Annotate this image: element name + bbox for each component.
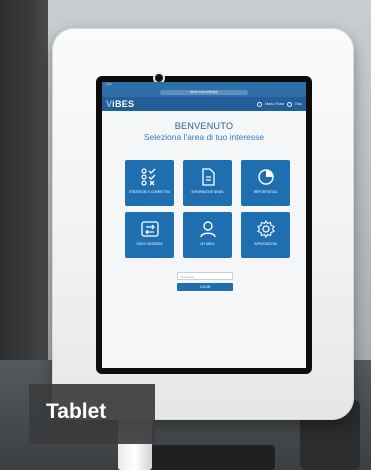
user-icon (257, 101, 263, 107)
tile-impostazioni[interactable]: IMPOSTAZIONI (241, 212, 290, 258)
login-button[interactable]: LOGIN (177, 283, 233, 291)
browser-url-bar: vibes.example/app (102, 88, 306, 97)
caption-box: Tablet (29, 384, 155, 444)
menu-grid: STRATEGIE E CORRETTIVI INFORMATIVE NEWS (125, 160, 290, 258)
tile-label: STRATEGIE E CORRETTIVI (128, 190, 171, 194)
tablet-screen: 9:41 vibes.example/app ViBES Mario Rossi… (102, 82, 306, 368)
tile-label: MY AREA (200, 242, 215, 246)
tile-my-area[interactable]: MY AREA (183, 212, 232, 258)
welcome-block: BENVENUTO Seleziona l'area di tuo intere… (102, 121, 306, 142)
checklist-icon (140, 168, 155, 186)
welcome-subtitle: Seleziona l'area di tuo interesse (143, 132, 265, 142)
welcome-title: BENVENUTO (174, 121, 234, 131)
tile-fasi[interactable]: FASI E SESSIONI (125, 212, 174, 258)
gear-icon (256, 219, 275, 239)
user-menu[interactable]: Mario Rossi Esci (257, 101, 302, 107)
app-logo[interactable]: ViBES (106, 99, 134, 109)
url-field[interactable]: vibes.example/app (160, 90, 248, 95)
swap-icon (140, 221, 159, 237)
logo-text: iBES (112, 99, 135, 109)
logout-icon[interactable] (287, 101, 293, 107)
tablet-enclosure: 9:41 vibes.example/app ViBES Mario Rossi… (52, 28, 354, 420)
tile-label: FASI E SESSIONI (136, 242, 163, 246)
user-icon (199, 221, 216, 238)
photo-scene: 9:41 vibes.example/app ViBES Mario Rossi… (0, 0, 371, 470)
caption-text: Tablet (46, 400, 107, 423)
tile-label: REPORTISTICA (253, 190, 278, 194)
tile-label: INFORMATIVE NEWS (191, 190, 224, 194)
tile-reportistica[interactable]: REPORTISTICA (241, 160, 290, 206)
app-header: ViBES Mario Rossi Esci (102, 97, 306, 111)
login-form: Password LOGIN (177, 272, 233, 291)
tile-strategie[interactable]: STRATEGIE E CORRETTIVI (125, 160, 174, 206)
pie-chart-icon (257, 169, 274, 185)
tile-label: IMPOSTAZIONI (254, 242, 277, 246)
logout-label[interactable]: Esci (295, 102, 302, 106)
document-icon (201, 168, 215, 186)
tile-informative[interactable]: INFORMATIVE NEWS (183, 160, 232, 206)
user-name: Mario Rossi (265, 102, 285, 106)
password-field[interactable]: Password (177, 272, 233, 280)
